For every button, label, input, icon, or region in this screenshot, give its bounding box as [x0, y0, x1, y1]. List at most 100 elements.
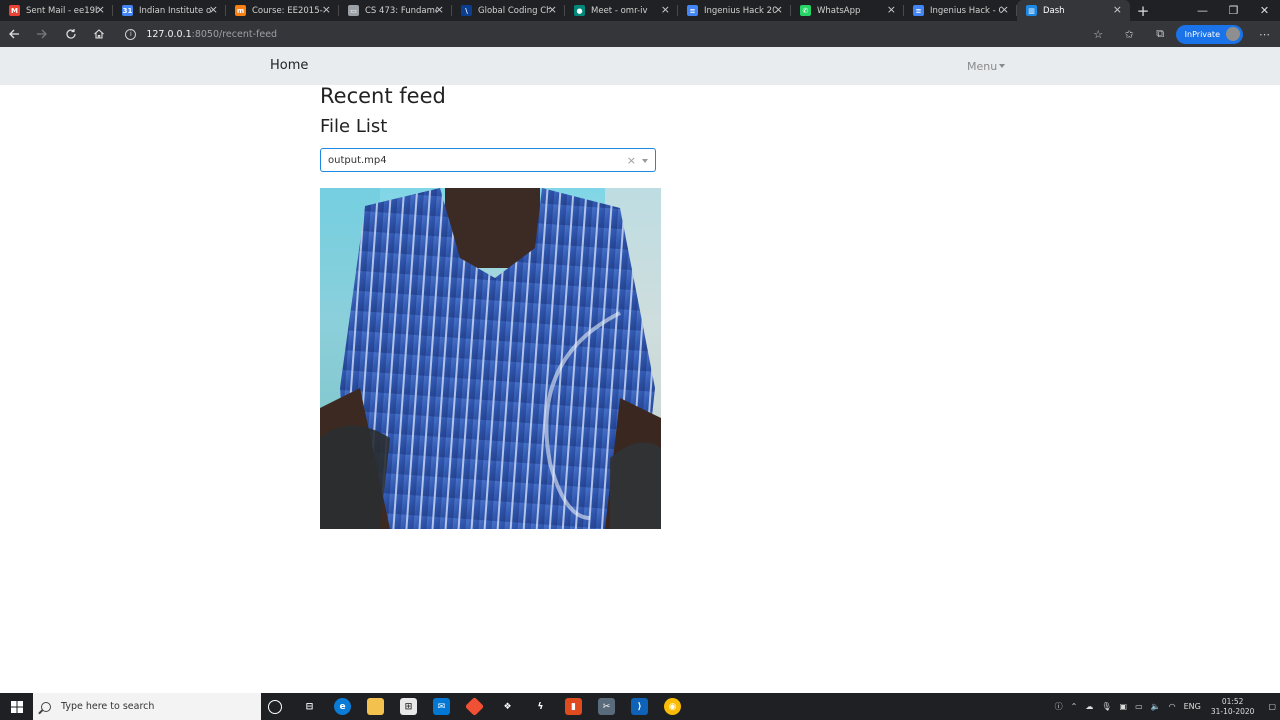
tab-title: Ingenius Hack - Go	[930, 5, 1002, 16]
dropbox-icon[interactable]: ❖	[499, 698, 516, 715]
store-icon[interactable]: ⊞	[400, 698, 417, 715]
gmail-icon: M	[9, 5, 20, 16]
start-button[interactable]	[0, 693, 33, 720]
forward-button[interactable]	[28, 21, 56, 47]
tab-title: Indian Institute of T	[139, 5, 211, 16]
file-select-value: output.mp4	[328, 154, 387, 166]
close-tab-icon[interactable]: ×	[1000, 4, 1009, 16]
edge-browser-icon[interactable]: e	[334, 698, 351, 715]
windows-logo-icon	[10, 700, 23, 713]
google-docs-icon: ≡	[913, 5, 924, 16]
onedrive-icon[interactable]: ☁	[1085, 702, 1093, 711]
minimize-icon[interactable]: —	[1187, 0, 1218, 21]
close-tab-icon[interactable]: ×	[96, 4, 105, 16]
site-icon: \	[461, 5, 472, 16]
inprivate-badge[interactable]: InPrivate	[1175, 24, 1243, 44]
taskbar-search-box[interactable]: Type here to search	[33, 693, 261, 720]
help-icon[interactable]: ⓘ	[1055, 701, 1063, 712]
language-indicator[interactable]: ENG	[1184, 702, 1201, 711]
network-icon[interactable]: ▣	[1120, 702, 1128, 711]
clock-date: 31-10-2020	[1210, 706, 1255, 716]
favorite-star-icon[interactable]: ☆	[1083, 28, 1114, 41]
home-link[interactable]: Home	[270, 58, 308, 73]
volume-icon[interactable]: 🔈	[1151, 702, 1161, 711]
moodle-icon: m	[235, 5, 246, 16]
close-tab-icon[interactable]: ×	[548, 4, 557, 16]
chevron-up-icon[interactable]: ⌃	[1071, 702, 1078, 711]
video-frame[interactable]	[320, 188, 661, 529]
home-button[interactable]	[85, 21, 113, 47]
menu-label: Menu	[967, 60, 998, 73]
favorites-icon[interactable]: ✩	[1114, 28, 1145, 41]
browser-tab[interactable]: ▭ CS 473: Fundament×	[339, 0, 452, 21]
restore-icon[interactable]: ❐	[1218, 0, 1249, 21]
browser-tab[interactable]: \ Global Coding Chal×	[452, 0, 565, 21]
close-tab-icon[interactable]: ×	[661, 4, 670, 16]
browser-tab[interactable]: ≡ Ingenius Hack - Go×	[904, 0, 1017, 21]
close-tab-icon[interactable]: ×	[209, 4, 218, 16]
tab-title: Course: EE2015- El	[252, 5, 324, 16]
cortana-icon[interactable]	[268, 700, 282, 714]
close-tab-icon[interactable]: ×	[774, 4, 783, 16]
browser-tab[interactable]: 31 Indian Institute of T×	[113, 0, 226, 21]
close-tab-icon[interactable]: ×	[435, 4, 444, 16]
tab-title: CS 473: Fundament	[365, 5, 437, 16]
url-path: :8050/recent-feed	[191, 28, 278, 40]
calendar-icon: 31	[122, 5, 133, 16]
snipping-tool-icon[interactable]: ✂	[598, 698, 615, 715]
collections-icon[interactable]: ⧉	[1145, 27, 1176, 41]
tab-title: Global Coding Chal	[478, 5, 550, 16]
page-navbar: Home Menu	[0, 47, 1280, 85]
more-options-icon[interactable]: ⋯	[1249, 28, 1280, 41]
file-select-dropdown[interactable]: output.mp4 ×	[320, 148, 656, 172]
video-frame-image	[320, 188, 661, 529]
tab-title: Ingenius Hack 2020	[704, 5, 776, 16]
url-field[interactable]: i 127.0.0.1:8050/recent-feed	[125, 23, 1082, 45]
dropdown-arrow-icon[interactable]	[642, 159, 648, 163]
browser-tab[interactable]: m Course: EE2015- El×	[226, 0, 339, 21]
clock[interactable]: 01:52 31-10-2020	[1211, 697, 1255, 717]
back-button[interactable]	[0, 21, 28, 47]
tab-title: Sent Mail - ee19b1	[26, 5, 98, 16]
browser-tab[interactable]: ✆ WhatsApp ×	[791, 0, 904, 21]
browser-tab[interactable]: ≡ Ingenius Hack 2020×	[678, 0, 791, 21]
matlab-icon[interactable]: ▮	[565, 698, 582, 715]
notifications-icon[interactable]: ▢	[1268, 702, 1276, 711]
refresh-button[interactable]	[57, 21, 85, 47]
task-view-icon[interactable]: ⊟	[301, 698, 318, 715]
browser-tab[interactable]: ● Meet - omr-iv ×	[565, 0, 678, 21]
google-docs-icon: ≡	[687, 5, 698, 16]
close-tab-icon[interactable]: ×	[1113, 4, 1122, 16]
whatsapp-icon: ✆	[800, 5, 811, 16]
new-tab-button[interactable]: +	[1130, 0, 1156, 21]
url-host: 127.0.0.1	[146, 28, 192, 40]
browser-tab[interactable]: M Sent Mail - ee19b1 ×	[0, 0, 113, 21]
microphone-icon[interactable]: 🎙	[1101, 702, 1111, 711]
address-bar-row: i 127.0.0.1:8050/recent-feed ☆ ✩ ⧉ InPri…	[0, 21, 1280, 47]
wifi-icon[interactable]: ◠	[1169, 702, 1176, 711]
battery-icon[interactable]: ▭	[1135, 702, 1143, 711]
file-explorer-icon[interactable]	[367, 698, 384, 715]
file-list-heading: File List	[320, 116, 388, 137]
system-tray: ⓘ ⌃ ☁ 🎙 ▣ ▭ 🔈 ◠ ENG 01:52 31-10-2020 ▢	[1051, 693, 1280, 720]
browser-tab-strip: M Sent Mail - ee19b1 × 31 Indian Institute o…	[0, 0, 1280, 21]
browser-tab[interactable]: ▥ Dash ×	[1017, 0, 1130, 21]
home-icon	[94, 29, 105, 39]
git-icon[interactable]	[464, 696, 485, 717]
chrome-icon[interactable]: ◉	[664, 698, 681, 715]
mail-icon[interactable]: ✉	[433, 698, 450, 715]
clear-selection-icon[interactable]: ×	[627, 154, 636, 167]
close-tab-icon[interactable]: ×	[887, 4, 896, 16]
menu-dropdown[interactable]: Menu	[967, 60, 1006, 73]
close-tab-icon[interactable]: ×	[322, 4, 331, 16]
site-info-icon[interactable]: i	[125, 28, 137, 40]
windows-taskbar: Type here to search ⊟ e ⊞ ✉ ❖ ϟ ▮ ✂ ⟩ ◉ …	[0, 693, 1280, 720]
clock-time: 01:52	[1221, 696, 1244, 706]
close-window-icon[interactable]: ✕	[1249, 0, 1280, 21]
lightning-app-icon[interactable]: ϟ	[532, 698, 549, 715]
back-arrow-icon	[9, 29, 20, 39]
refresh-icon	[66, 29, 76, 39]
vscode-icon[interactable]: ⟩	[631, 698, 648, 715]
search-icon	[41, 701, 51, 712]
forward-arrow-icon	[37, 29, 48, 39]
